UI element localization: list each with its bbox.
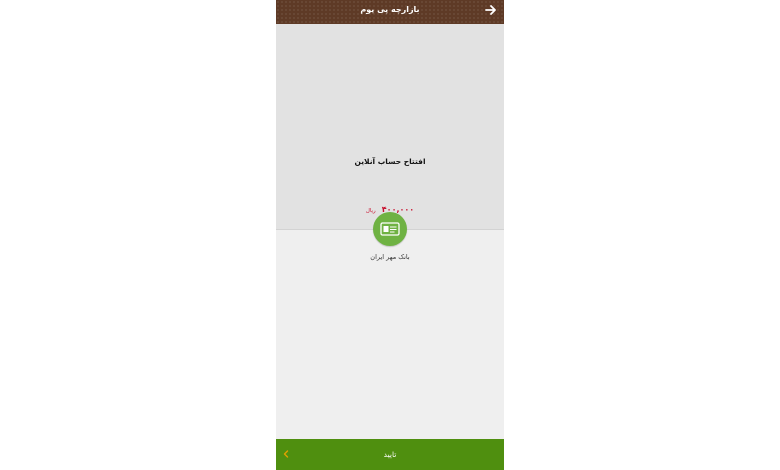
service-title: افتتاح حساب آنلاین <box>354 157 426 166</box>
arrow-right-icon[interactable] <box>484 3 498 17</box>
app-screen: بازارچه پی یوم افتتاح حساب آنلاین ۴۰۰,۰۰… <box>276 0 504 470</box>
confirm-label: تایید <box>383 450 397 459</box>
price-unit: ریال <box>365 208 376 214</box>
bank-card-icon <box>380 222 400 236</box>
confirm-button[interactable]: تایید <box>276 439 504 470</box>
bank-option[interactable] <box>373 212 407 246</box>
page-title: بازارچه پی یوم <box>360 5 420 14</box>
bank-name: بانک مهر ایران <box>370 253 410 261</box>
app-header: بازارچه پی یوم <box>276 0 504 24</box>
